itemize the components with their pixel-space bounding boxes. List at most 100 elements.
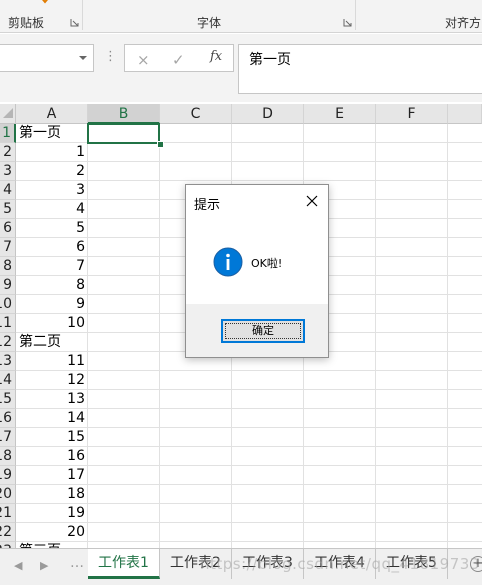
row-header[interactable]: 15 — [0, 390, 16, 409]
close-icon[interactable] — [304, 193, 320, 209]
cell-a[interactable]: 18 — [16, 485, 85, 504]
cell-a[interactable]: 9 — [16, 295, 85, 314]
dialog-message: OK啦! — [251, 257, 283, 270]
scroll-tabs-left-icon[interactable]: ◀ — [14, 559, 22, 572]
row-header[interactable]: 8 — [0, 257, 16, 276]
column-header-b[interactable]: B — [88, 104, 160, 124]
scroll-tabs-right-icon[interactable]: ▶ — [40, 559, 48, 572]
gridline — [16, 484, 482, 485]
row-header[interactable]: 6 — [0, 219, 16, 238]
cell-a[interactable]: 8 — [16, 276, 85, 295]
cell-a[interactable]: 第二页 — [19, 333, 87, 352]
cell-a[interactable]: 13 — [16, 390, 85, 409]
gridline — [16, 180, 482, 181]
row-header[interactable]: 3 — [0, 162, 16, 181]
cell-a[interactable]: 第一页 — [19, 124, 87, 143]
row-header[interactable]: 10 — [0, 295, 16, 314]
cell-a[interactable]: 15 — [16, 428, 85, 447]
row-header[interactable]: 20 — [0, 485, 16, 504]
column-header-g[interactable] — [448, 104, 482, 124]
column-header-a[interactable]: A — [16, 104, 88, 124]
more-tabs-icon[interactable]: … — [70, 555, 84, 571]
cell-a[interactable]: 5 — [16, 219, 85, 238]
cell-a[interactable]: 10 — [16, 314, 85, 333]
row-header-label: 21 — [0, 505, 12, 521]
row-header-label: 19 — [0, 467, 12, 483]
ok-button[interactable]: 确定 — [221, 319, 305, 343]
column-header-c[interactable]: C — [160, 104, 232, 124]
cell-a[interactable]: 4 — [16, 200, 85, 219]
row-header-label: 11 — [0, 315, 12, 331]
clipboard-launcher-icon[interactable] — [70, 18, 79, 27]
row-header[interactable]: 18 — [0, 447, 16, 466]
cell-a[interactable]: 1 — [16, 143, 85, 162]
message-dialog: 提示 OK啦! 确定 — [185, 184, 329, 358]
insert-function-icon[interactable]: fx — [210, 49, 222, 64]
gridline — [16, 408, 482, 409]
row-header-label: 18 — [0, 448, 12, 464]
cell-a[interactable]: 7 — [16, 257, 85, 276]
gridline — [16, 370, 482, 371]
cell-a[interactable]: 2 — [16, 162, 85, 181]
gridline — [16, 522, 482, 523]
enter-icon[interactable]: ✓ — [172, 51, 185, 69]
row-header[interactable]: 7 — [0, 238, 16, 257]
cell-a[interactable]: 14 — [16, 409, 85, 428]
row-header-label: 12 — [0, 334, 12, 350]
row-header[interactable]: 9 — [0, 276, 16, 295]
cancel-icon[interactable]: × — [137, 51, 150, 69]
gridline — [16, 465, 482, 466]
cell-a[interactable]: 11 — [16, 352, 85, 371]
cell-a[interactable]: 12 — [16, 371, 85, 390]
row-header-label: 6 — [3, 220, 12, 236]
row-header-label: 7 — [3, 239, 12, 255]
row-header[interactable]: 2 — [0, 143, 16, 162]
formula-input[interactable]: 第一页 — [238, 44, 482, 94]
ribbon-group-clipboard: 剪贴板 — [8, 16, 45, 30]
row-header[interactable]: 1 — [0, 124, 16, 143]
format-painter-icon[interactable] — [38, 0, 52, 6]
formula-buttons: × ✓ fx — [124, 44, 234, 72]
row-header-label: 22 — [0, 524, 12, 540]
cell-a[interactable]: 16 — [16, 447, 85, 466]
row-header-label: 5 — [3, 201, 12, 217]
column-header-d[interactable]: D — [232, 104, 304, 124]
column-header-e[interactable]: E — [304, 104, 376, 124]
cell-a[interactable]: 17 — [16, 466, 85, 485]
row-header-label: 20 — [0, 486, 12, 502]
cell-a[interactable]: 20 — [16, 523, 85, 542]
cell-a[interactable]: 6 — [16, 238, 85, 257]
row-header[interactable]: 19 — [0, 466, 16, 485]
row-header-label: 10 — [0, 296, 12, 312]
gridline — [16, 503, 482, 504]
gridline — [375, 124, 376, 548]
ribbon-group-alignment: 对齐方 — [445, 16, 482, 30]
gridline — [87, 124, 88, 548]
row-header[interactable]: 13 — [0, 352, 16, 371]
row-header[interactable]: 11 — [0, 314, 16, 333]
row-header[interactable]: 16 — [0, 409, 16, 428]
fill-handle[interactable] — [157, 141, 164, 148]
ribbon-separator — [355, 0, 356, 30]
column-header-f[interactable]: F — [376, 104, 448, 124]
cell-a[interactable]: 3 — [16, 181, 85, 200]
row-header[interactable]: 4 — [0, 181, 16, 200]
chevron-down-icon[interactable] — [78, 55, 88, 61]
row-header[interactable]: 14 — [0, 371, 16, 390]
row-header[interactable]: 17 — [0, 428, 16, 447]
font-launcher-icon[interactable] — [343, 18, 352, 27]
cell-a[interactable]: 19 — [16, 504, 85, 523]
select-all-triangle-icon — [3, 108, 13, 118]
row-header[interactable]: 22 — [0, 523, 16, 542]
formula-bar-splitter-icon[interactable]: ⋮ — [104, 49, 117, 64]
row-header[interactable]: 12 — [0, 333, 16, 352]
row-header[interactable]: 21 — [0, 504, 16, 523]
row-header-label: 13 — [0, 353, 12, 369]
row-header-label: 1 — [2, 125, 11, 141]
row-header[interactable]: 5 — [0, 200, 16, 219]
row-header-label: 17 — [0, 429, 12, 445]
active-cell-b1[interactable] — [87, 123, 160, 144]
watermark: https://blog.csdn.net/qq_41819733 — [200, 555, 480, 573]
ribbon: 剪贴板 字体 对齐方 — [0, 0, 482, 33]
sheet-tab-1[interactable]: 工作表1 — [88, 549, 160, 579]
